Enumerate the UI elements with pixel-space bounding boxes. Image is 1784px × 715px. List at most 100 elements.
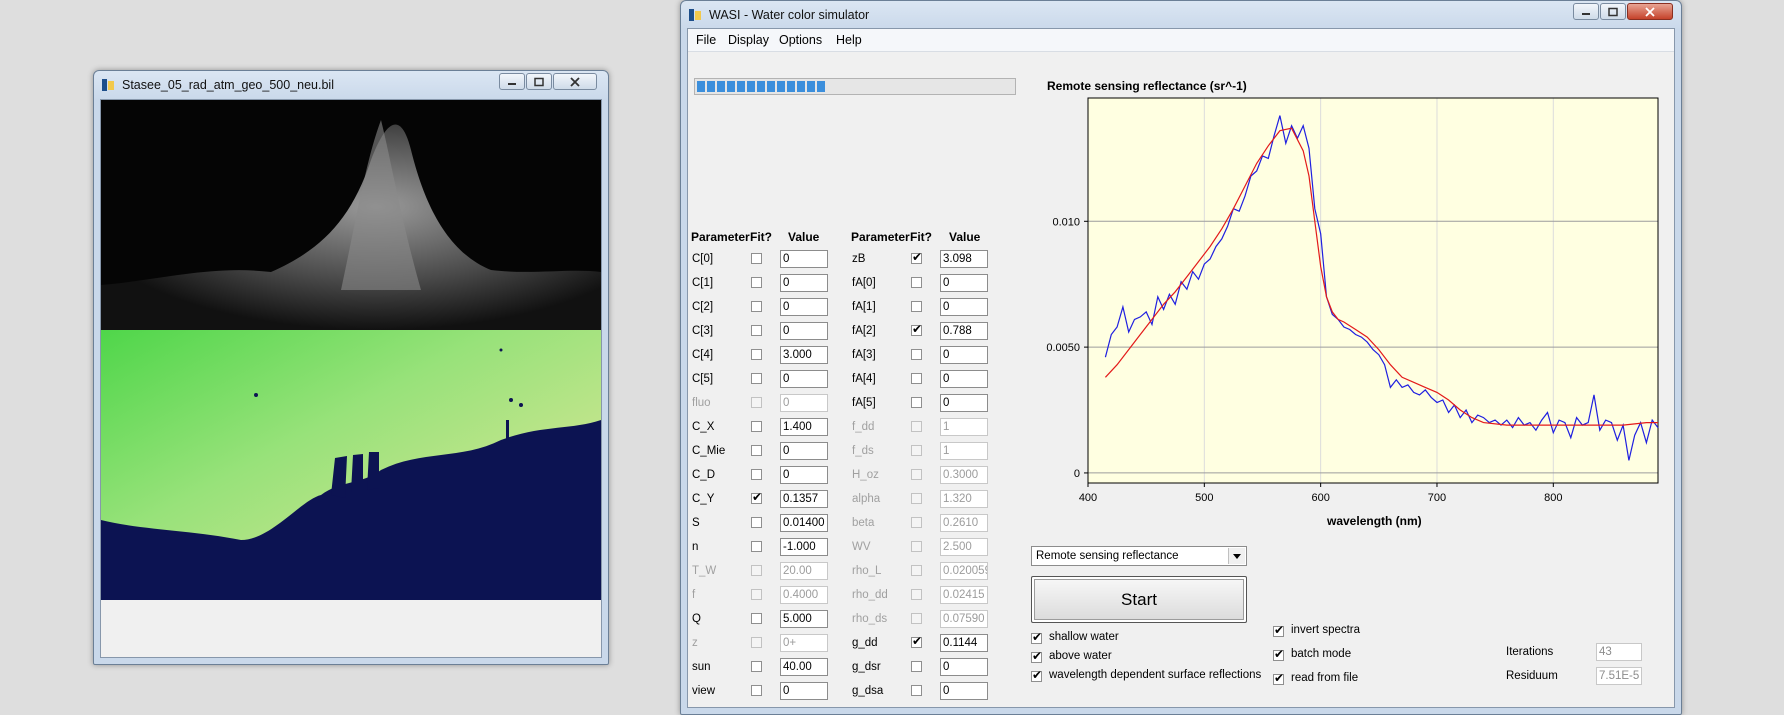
menu-help[interactable]: Help bbox=[836, 33, 862, 47]
param-value-field[interactable]: 0 bbox=[940, 346, 988, 364]
param-value-field[interactable]: 0 bbox=[780, 682, 828, 700]
param-value-field[interactable]: 0.07590 bbox=[940, 610, 988, 628]
spectrum-type-select[interactable]: Remote sensing reflectance bbox=[1031, 546, 1247, 566]
param-fit-checkbox[interactable] bbox=[911, 613, 922, 624]
start-button[interactable]: Start bbox=[1031, 576, 1247, 623]
param-value-field[interactable]: 3.000 bbox=[780, 346, 828, 364]
param-fit-checkbox[interactable] bbox=[751, 589, 762, 600]
close-button[interactable] bbox=[553, 73, 597, 90]
option-checkbox[interactable]: ✔ bbox=[1273, 647, 1284, 661]
param-value-field[interactable]: 1.400 bbox=[780, 418, 828, 436]
param-fit-checkbox[interactable] bbox=[911, 541, 922, 552]
param-value-field[interactable]: 3.098 bbox=[940, 250, 988, 268]
param-fit-checkbox[interactable] bbox=[911, 277, 922, 288]
param-fit-checkbox[interactable] bbox=[911, 373, 922, 384]
param-value-field[interactable]: 0.1357 bbox=[780, 490, 828, 508]
dropdown-arrow[interactable] bbox=[1228, 548, 1245, 564]
param-fit-checkbox[interactable] bbox=[751, 469, 762, 480]
menu-display[interactable]: Display bbox=[728, 33, 769, 47]
satellite-image[interactable] bbox=[101, 100, 601, 600]
param-value-field[interactable]: 0 bbox=[940, 370, 988, 388]
param-fit-checkbox[interactable] bbox=[751, 637, 762, 648]
param-fit-checkbox[interactable] bbox=[911, 685, 922, 696]
param-value-field[interactable]: 0 bbox=[780, 274, 828, 292]
param-value-field[interactable]: 0.020059 bbox=[940, 562, 988, 580]
param-fit-checkbox[interactable] bbox=[751, 277, 762, 288]
option-label[interactable]: batch mode bbox=[1291, 648, 1351, 660]
close-button[interactable] bbox=[1627, 3, 1673, 20]
param-value-field[interactable]: 0 bbox=[780, 442, 828, 460]
param-value-field[interactable]: 1 bbox=[940, 442, 988, 460]
maximize-button[interactable] bbox=[1600, 3, 1626, 20]
param-value-field[interactable]: 0 bbox=[940, 682, 988, 700]
menu-file[interactable]: File bbox=[696, 33, 716, 47]
param-value-field[interactable]: 0.4000 bbox=[780, 586, 828, 604]
param-value-field[interactable]: 0 bbox=[780, 250, 828, 268]
param-fit-checkbox[interactable] bbox=[751, 373, 762, 384]
param-fit-checkbox[interactable] bbox=[911, 469, 922, 480]
param-fit-checkbox[interactable] bbox=[911, 493, 922, 504]
param-fit-checkbox[interactable] bbox=[751, 301, 762, 312]
param-value-field[interactable]: 0.1144 bbox=[940, 634, 988, 652]
param-value-field[interactable]: 0 bbox=[780, 298, 828, 316]
param-value-field[interactable]: 20.00 bbox=[780, 562, 828, 580]
param-fit-checkbox[interactable] bbox=[911, 421, 922, 432]
minimize-button[interactable] bbox=[499, 73, 525, 90]
param-value-field[interactable]: 0.3000 bbox=[940, 466, 988, 484]
image-window-titlebar[interactable]: Stasee_05_rad_atm_geo_500_neu.bil bbox=[94, 71, 608, 99]
param-fit-checkbox[interactable] bbox=[751, 349, 762, 360]
param-fit-checkbox[interactable] bbox=[751, 565, 762, 576]
param-value-field[interactable]: 0.2610 bbox=[940, 514, 988, 532]
param-value-field[interactable]: -1.000 bbox=[780, 538, 828, 556]
param-fit-checkbox[interactable] bbox=[751, 397, 762, 408]
param-fit-checkbox[interactable]: ✔ bbox=[911, 322, 922, 336]
param-fit-checkbox[interactable] bbox=[911, 661, 922, 672]
param-fit-checkbox[interactable] bbox=[911, 397, 922, 408]
param-value-field[interactable]: 0 bbox=[780, 370, 828, 388]
option-checkbox[interactable]: ✔ bbox=[1273, 671, 1284, 685]
option-checkbox[interactable]: ✔ bbox=[1031, 649, 1042, 663]
param-value-field[interactable]: 0.01400 bbox=[780, 514, 828, 532]
param-value-field[interactable]: 0.02415 bbox=[940, 586, 988, 604]
param-value-field[interactable]: 0 bbox=[940, 394, 988, 412]
param-value-field[interactable]: 0 bbox=[940, 298, 988, 316]
param-fit-checkbox[interactable] bbox=[751, 325, 762, 336]
param-fit-checkbox[interactable] bbox=[751, 517, 762, 528]
param-value-field[interactable]: 0 bbox=[780, 394, 828, 412]
param-value-field[interactable]: 1 bbox=[940, 418, 988, 436]
param-value-field[interactable]: 0 bbox=[780, 466, 828, 484]
param-fit-checkbox[interactable] bbox=[751, 445, 762, 456]
param-fit-checkbox[interactable] bbox=[751, 661, 762, 672]
option-label[interactable]: wavelength dependent surface reflections bbox=[1049, 669, 1261, 681]
option-label[interactable]: above water bbox=[1049, 650, 1112, 662]
wasi-titlebar[interactable]: WASI - Water color simulator bbox=[681, 1, 1681, 29]
minimize-button[interactable] bbox=[1573, 3, 1599, 20]
param-fit-checkbox[interactable] bbox=[911, 565, 922, 576]
option-label[interactable]: read from file bbox=[1291, 672, 1358, 684]
param-value-field[interactable]: 0 bbox=[940, 658, 988, 676]
param-fit-checkbox[interactable] bbox=[911, 349, 922, 360]
param-value-field[interactable]: 0 bbox=[940, 274, 988, 292]
param-fit-checkbox[interactable]: ✔ bbox=[911, 250, 922, 264]
option-label[interactable]: invert spectra bbox=[1291, 624, 1360, 636]
param-value-field[interactable]: 1.320 bbox=[940, 490, 988, 508]
param-fit-checkbox[interactable] bbox=[911, 445, 922, 456]
option-label[interactable]: shallow water bbox=[1049, 631, 1119, 643]
param-fit-checkbox[interactable] bbox=[751, 541, 762, 552]
param-fit-checkbox[interactable] bbox=[751, 613, 762, 624]
param-fit-checkbox[interactable] bbox=[751, 253, 762, 264]
option-checkbox[interactable]: ✔ bbox=[1273, 623, 1284, 637]
param-fit-checkbox[interactable] bbox=[751, 685, 762, 696]
menu-options[interactable]: Options bbox=[779, 33, 822, 47]
param-fit-checkbox[interactable] bbox=[911, 517, 922, 528]
param-fit-checkbox[interactable] bbox=[751, 421, 762, 432]
option-checkbox[interactable]: ✔ bbox=[1031, 630, 1042, 644]
param-fit-checkbox[interactable]: ✔ bbox=[911, 634, 922, 648]
param-value-field[interactable]: 40.00 bbox=[780, 658, 828, 676]
param-value-field[interactable]: 0 bbox=[780, 322, 828, 340]
param-fit-checkbox[interactable]: ✔ bbox=[751, 490, 762, 504]
param-value-field[interactable]: 5.000 bbox=[780, 610, 828, 628]
param-value-field[interactable]: 0+ bbox=[780, 634, 828, 652]
param-fit-checkbox[interactable] bbox=[911, 301, 922, 312]
param-value-field[interactable]: 2.500 bbox=[940, 538, 988, 556]
